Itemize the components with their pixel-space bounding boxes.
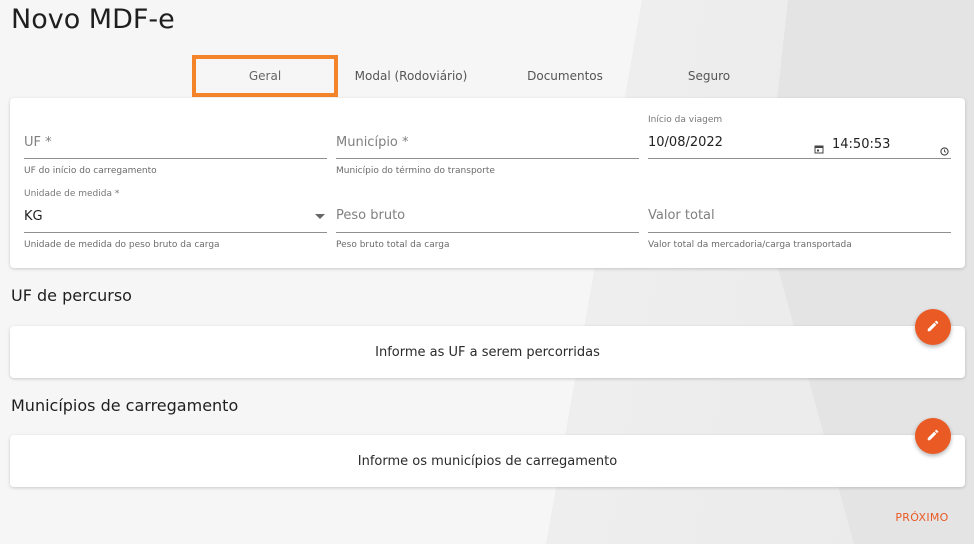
edit-uf-percurso-button[interactable] bbox=[915, 309, 951, 345]
peso-bruto-placeholder: Peso bruto bbox=[336, 208, 406, 223]
unidade-medida-underline bbox=[24, 232, 327, 233]
uf-percurso-card: Informe as UF a serem percorridas bbox=[10, 326, 965, 378]
peso-bruto-field[interactable]: Peso bruto Peso bruto total da carga bbox=[336, 208, 639, 257]
municipio-placeholder: Município * bbox=[336, 135, 409, 150]
valor-total-field[interactable]: Valor total Valor total da mercadoria/ca… bbox=[648, 208, 951, 257]
tab-documentos[interactable]: Documentos bbox=[492, 55, 638, 97]
general-form-card: UF * UF do início do carregamento Municí… bbox=[10, 98, 965, 268]
tab-modal-rodoviario[interactable]: Modal (Rodoviário) bbox=[338, 55, 484, 97]
valor-total-underline bbox=[648, 232, 951, 233]
tab-seguro[interactable]: Seguro bbox=[636, 55, 782, 97]
pencil-icon bbox=[926, 427, 940, 446]
tab-geral[interactable]: Geral bbox=[192, 55, 338, 97]
uf-helper: UF do início do carregamento bbox=[24, 166, 157, 176]
inicio-viagem-date[interactable]: 10/08/2022 bbox=[648, 135, 723, 150]
municipio-helper: Município do término do transporte bbox=[336, 166, 495, 176]
unidade-medida-select[interactable]: Unidade de medida * KG Unidade de medida… bbox=[24, 189, 327, 257]
inicio-viagem-time[interactable]: 14:50:53 bbox=[832, 137, 890, 152]
pencil-icon bbox=[926, 318, 940, 337]
inicio-viagem-underline bbox=[648, 158, 951, 159]
uf-percurso-title: UF de percurso bbox=[11, 286, 132, 305]
peso-bruto-underline bbox=[336, 232, 639, 233]
municipios-empty-text: Informe os municípios de carregamento bbox=[357, 453, 618, 469]
municipio-field[interactable]: Município * Município do término do tran… bbox=[336, 118, 639, 180]
calendar-icon[interactable] bbox=[814, 139, 824, 158]
valor-total-placeholder: Valor total bbox=[648, 208, 715, 223]
municipio-underline bbox=[336, 158, 639, 159]
uf-percurso-empty-text: Informe as UF a serem percorridas bbox=[375, 344, 600, 360]
inicio-viagem-field[interactable]: Início da viagem 10/08/2022 14:50:53 bbox=[648, 115, 951, 161]
dropdown-arrow-icon[interactable] bbox=[315, 214, 325, 219]
peso-bruto-helper: Peso bruto total da carga bbox=[336, 240, 450, 250]
municipios-carregamento-title: Municípios de carregamento bbox=[11, 396, 239, 415]
unidade-medida-label: Unidade de medida * bbox=[24, 189, 120, 199]
inicio-viagem-label: Início da viagem bbox=[648, 115, 723, 125]
unidade-medida-value: KG bbox=[24, 209, 43, 224]
municipios-carregamento-card: Informe os municípios de carregamento bbox=[10, 435, 965, 487]
unidade-medida-helper: Unidade de medida do peso bruto da carga bbox=[24, 240, 220, 250]
uf-placeholder: UF * bbox=[24, 135, 52, 150]
next-button[interactable]: PRÓXIMO bbox=[885, 506, 959, 528]
page-title: Novo MDF-e bbox=[11, 4, 175, 35]
uf-underline bbox=[24, 158, 327, 159]
edit-municipios-button[interactable] bbox=[915, 418, 951, 454]
uf-field[interactable]: UF * UF do início do carregamento bbox=[24, 118, 327, 180]
valor-total-helper: Valor total da mercadoria/carga transpor… bbox=[648, 240, 852, 250]
